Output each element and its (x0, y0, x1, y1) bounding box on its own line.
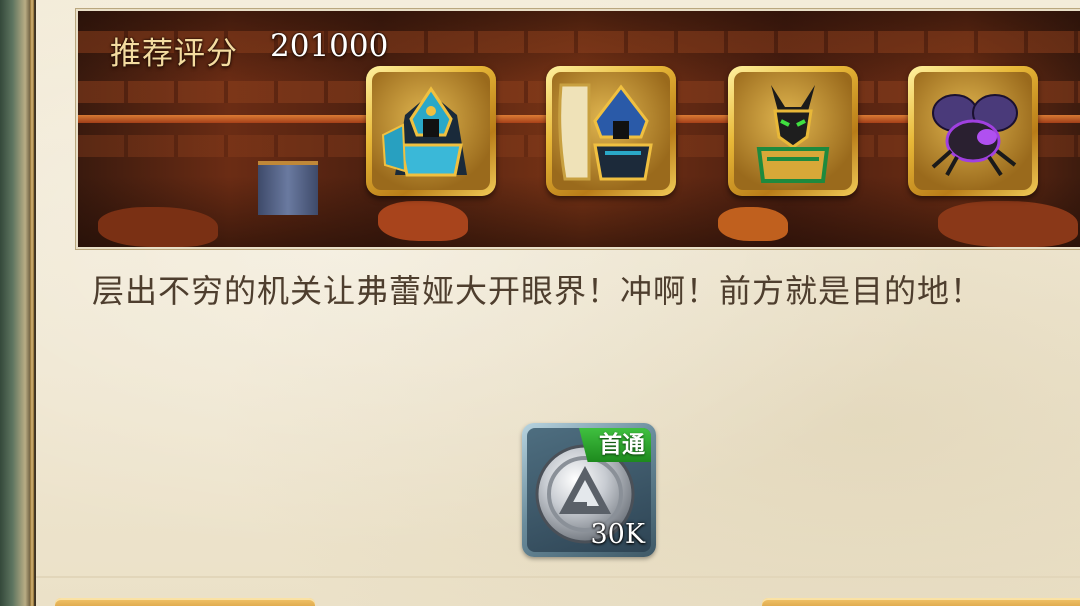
bottom-left-button[interactable] (55, 598, 315, 606)
unit-portrait-3[interactable] (728, 66, 858, 196)
stage-description: 层出不穷的机关让弗蕾娅大开眼界！冲啊！前方就是目的地！ (92, 272, 984, 310)
footer-divider (36, 576, 1080, 578)
scarab-beetle-icon (914, 72, 1032, 190)
first-clear-badge: 首通 (579, 428, 651, 462)
reward-quantity: 30K (590, 519, 645, 550)
reward-item-frame: 首通 30K (527, 428, 651, 552)
banner-rubble (98, 207, 218, 247)
recommended-score-value: 201000 (270, 28, 389, 64)
left-decorative-frame (0, 0, 36, 606)
reward-item[interactable]: 首通 30K (522, 423, 656, 557)
unit-portrait-2[interactable] (546, 66, 676, 196)
banner-rubble (718, 207, 788, 241)
banner-rubble (378, 201, 468, 241)
unit-portrait-1[interactable] (366, 66, 496, 196)
recommended-score-label: 推荐评分 (110, 36, 238, 72)
unit-portrait-4[interactable] (908, 66, 1038, 196)
bottom-right-button[interactable] (762, 598, 1080, 606)
pharaoh-warrior-icon (372, 72, 490, 190)
stage-detail-screen: 推荐评分 201000 层出不穷的机关让弗蕾娅大开眼界！冲啊！前方就是目的地！ … (0, 0, 1080, 606)
pharaoh-shield-icon (552, 72, 670, 190)
anubis-warrior-icon (734, 72, 852, 190)
banner-rubble (938, 201, 1078, 247)
banner-pillar (258, 161, 318, 215)
